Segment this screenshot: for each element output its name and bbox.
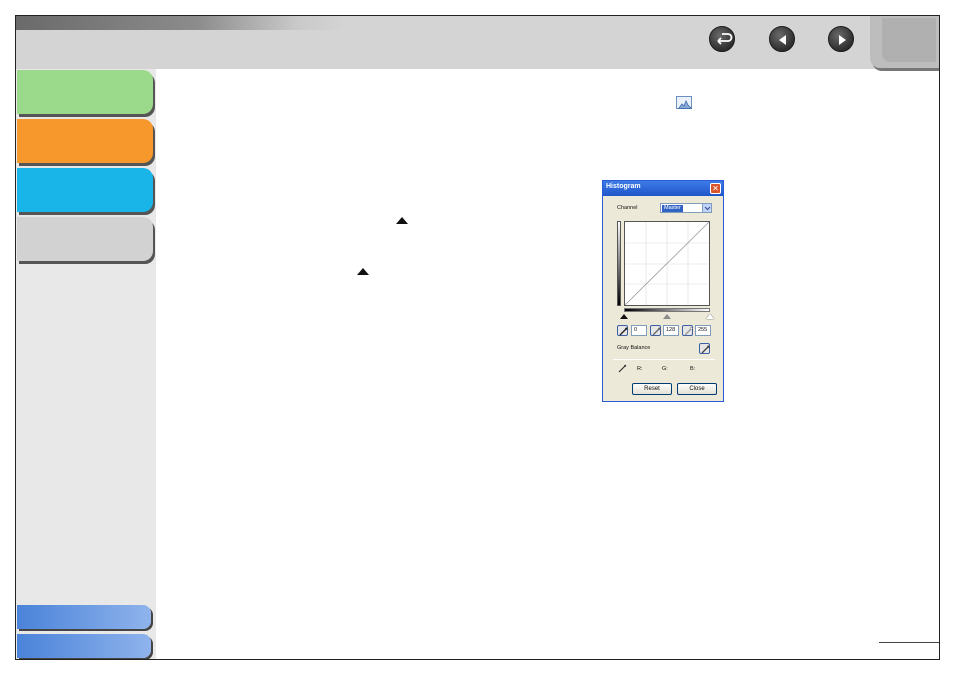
sidebar-bottom-tab-1[interactable] (17, 605, 151, 629)
eyedropper-icon (652, 327, 661, 336)
white-point-slider[interactable] (706, 314, 714, 319)
input-gradient-bar (624, 308, 710, 312)
triangle-marker-icon (396, 217, 408, 224)
dialog-separator (613, 359, 715, 360)
gray-balance-label: Gray Balance (617, 345, 651, 351)
white-value-field[interactable]: 255 (695, 325, 711, 336)
output-gradient-bar (617, 221, 621, 306)
page-frame: Histogram ✕ Channel Master 0 128 255 Gra… (15, 15, 940, 660)
eyedropper-icon (684, 327, 693, 336)
arrow-left-icon (779, 35, 786, 45)
eyedropper-icon (619, 327, 628, 336)
b-readout-label: B: (690, 366, 696, 372)
sidebar-tab-gray[interactable] (17, 217, 153, 261)
sidebar-tab-green[interactable] (17, 70, 153, 114)
black-value-field[interactable]: 0 (631, 325, 647, 336)
white-eyedropper-button[interactable] (682, 325, 693, 336)
g-readout-label: G: (662, 366, 668, 372)
chevron-down-icon[interactable] (702, 204, 711, 212)
dialog-title-bar[interactable]: Histogram ✕ (603, 181, 723, 196)
black-point-slider[interactable] (620, 314, 628, 319)
return-button[interactable] (709, 26, 735, 52)
dialog-title: Histogram (606, 183, 641, 190)
sidebar (16, 69, 156, 659)
r-readout-label: R: (637, 366, 643, 372)
black-eyedropper-button[interactable] (617, 325, 628, 336)
eyedropper-icon (618, 364, 627, 373)
next-page-button[interactable] (828, 26, 854, 52)
corner-tab-fold (882, 18, 936, 62)
triangle-marker-icon (357, 268, 369, 275)
sidebar-tab-blue[interactable] (17, 168, 153, 212)
previous-page-button[interactable] (769, 26, 795, 52)
dialog-close-button[interactable]: ✕ (710, 183, 721, 194)
histogram-icon (676, 96, 692, 109)
channel-select[interactable]: Master (660, 203, 712, 213)
tone-curve-graph[interactable] (624, 221, 710, 306)
arrow-right-icon (839, 35, 846, 45)
return-icon (717, 33, 733, 45)
histogram-dialog: Histogram ✕ Channel Master 0 128 255 Gra… (602, 180, 724, 402)
gray-eyedropper-button[interactable] (650, 325, 661, 336)
close-button[interactable]: Close (677, 383, 717, 395)
sidebar-tab-orange[interactable] (17, 119, 153, 163)
gray-point-slider[interactable] (663, 314, 671, 319)
reset-button[interactable]: Reset (632, 383, 672, 395)
top-stripe (16, 16, 346, 30)
channel-label: Channel (617, 205, 638, 211)
eyedropper-icon (701, 345, 710, 354)
channel-selected-value: Master (662, 205, 683, 212)
page-number-rule (879, 642, 939, 643)
sidebar-bottom-tab-2[interactable] (17, 634, 151, 658)
gray-balance-eyedropper-button[interactable] (699, 343, 710, 354)
gray-value-field[interactable]: 128 (663, 325, 679, 336)
top-bar (16, 16, 939, 69)
